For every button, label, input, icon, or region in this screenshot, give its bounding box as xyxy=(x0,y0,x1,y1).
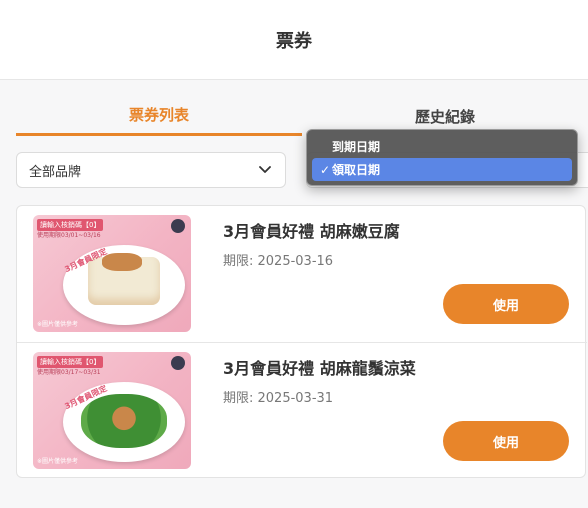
coupon-image: 讀輸入核銷碼【0】 使用期限03/17~03/31 3月會員限定 ※圖片僅供參考 xyxy=(33,352,191,469)
image-note: ※圖片僅供參考 xyxy=(37,321,79,328)
sort-option-label: 領取日期 xyxy=(332,163,381,177)
use-coupon-button[interactable]: 使用 xyxy=(443,284,569,324)
chevron-down-icon xyxy=(257,162,273,178)
image-note: ※圖片僅供參考 xyxy=(37,458,79,465)
app-header: 票券 xyxy=(0,0,588,80)
image-date: 使用期限03/17~03/31 xyxy=(37,369,101,376)
tofu-dish-illustration xyxy=(88,253,160,305)
tab-coupon-list[interactable]: 票券列表 xyxy=(16,96,302,136)
coupon-list: 讀輸入核銷碼【0】 使用期限03/01~03/16 3月會員限定 ※圖片僅供參考… xyxy=(16,205,587,478)
coupon-expiry: 期限: 2025-03-31 xyxy=(223,391,334,406)
coupon-card: 讀輸入核銷碼【0】 使用期限03/17~03/31 3月會員限定 ※圖片僅供參考… xyxy=(17,342,587,478)
brand-logo-icon xyxy=(171,219,185,233)
page-title: 票券 xyxy=(276,30,312,52)
coupon-card: 讀輸入核銷碼【0】 使用期限03/01~03/16 3月會員限定 ※圖片僅供參考… xyxy=(17,206,587,342)
sort-option-label: 到期日期 xyxy=(332,140,381,154)
coupon-expiry: 期限: 2025-03-16 xyxy=(223,254,334,269)
use-coupon-button[interactable]: 使用 xyxy=(443,421,569,461)
brand-logo-icon xyxy=(171,356,185,370)
coupon-image: 讀輸入核銷碼【0】 使用期限03/01~03/16 3月會員限定 ※圖片僅供參考 xyxy=(33,215,191,332)
coupon-title: 3月會員好禮 胡麻嫩豆腐 xyxy=(223,222,400,241)
greens-dish-illustration xyxy=(81,394,167,448)
coupon-title: 3月會員好禮 胡麻龍鬚涼菜 xyxy=(223,359,416,378)
image-date: 使用期限03/01~03/16 xyxy=(37,232,101,239)
brand-filter-value: 全部品牌 xyxy=(29,164,82,180)
sort-option-expiry-date[interactable]: 到期日期 xyxy=(312,135,572,158)
brand-filter-select[interactable]: 全部品牌 xyxy=(16,152,286,188)
sort-dropdown-menu: 到期日期 ✓ 領取日期 xyxy=(306,129,578,186)
checkmark-icon: ✓ xyxy=(320,162,331,177)
sort-option-claim-date[interactable]: ✓ 領取日期 xyxy=(312,158,572,181)
